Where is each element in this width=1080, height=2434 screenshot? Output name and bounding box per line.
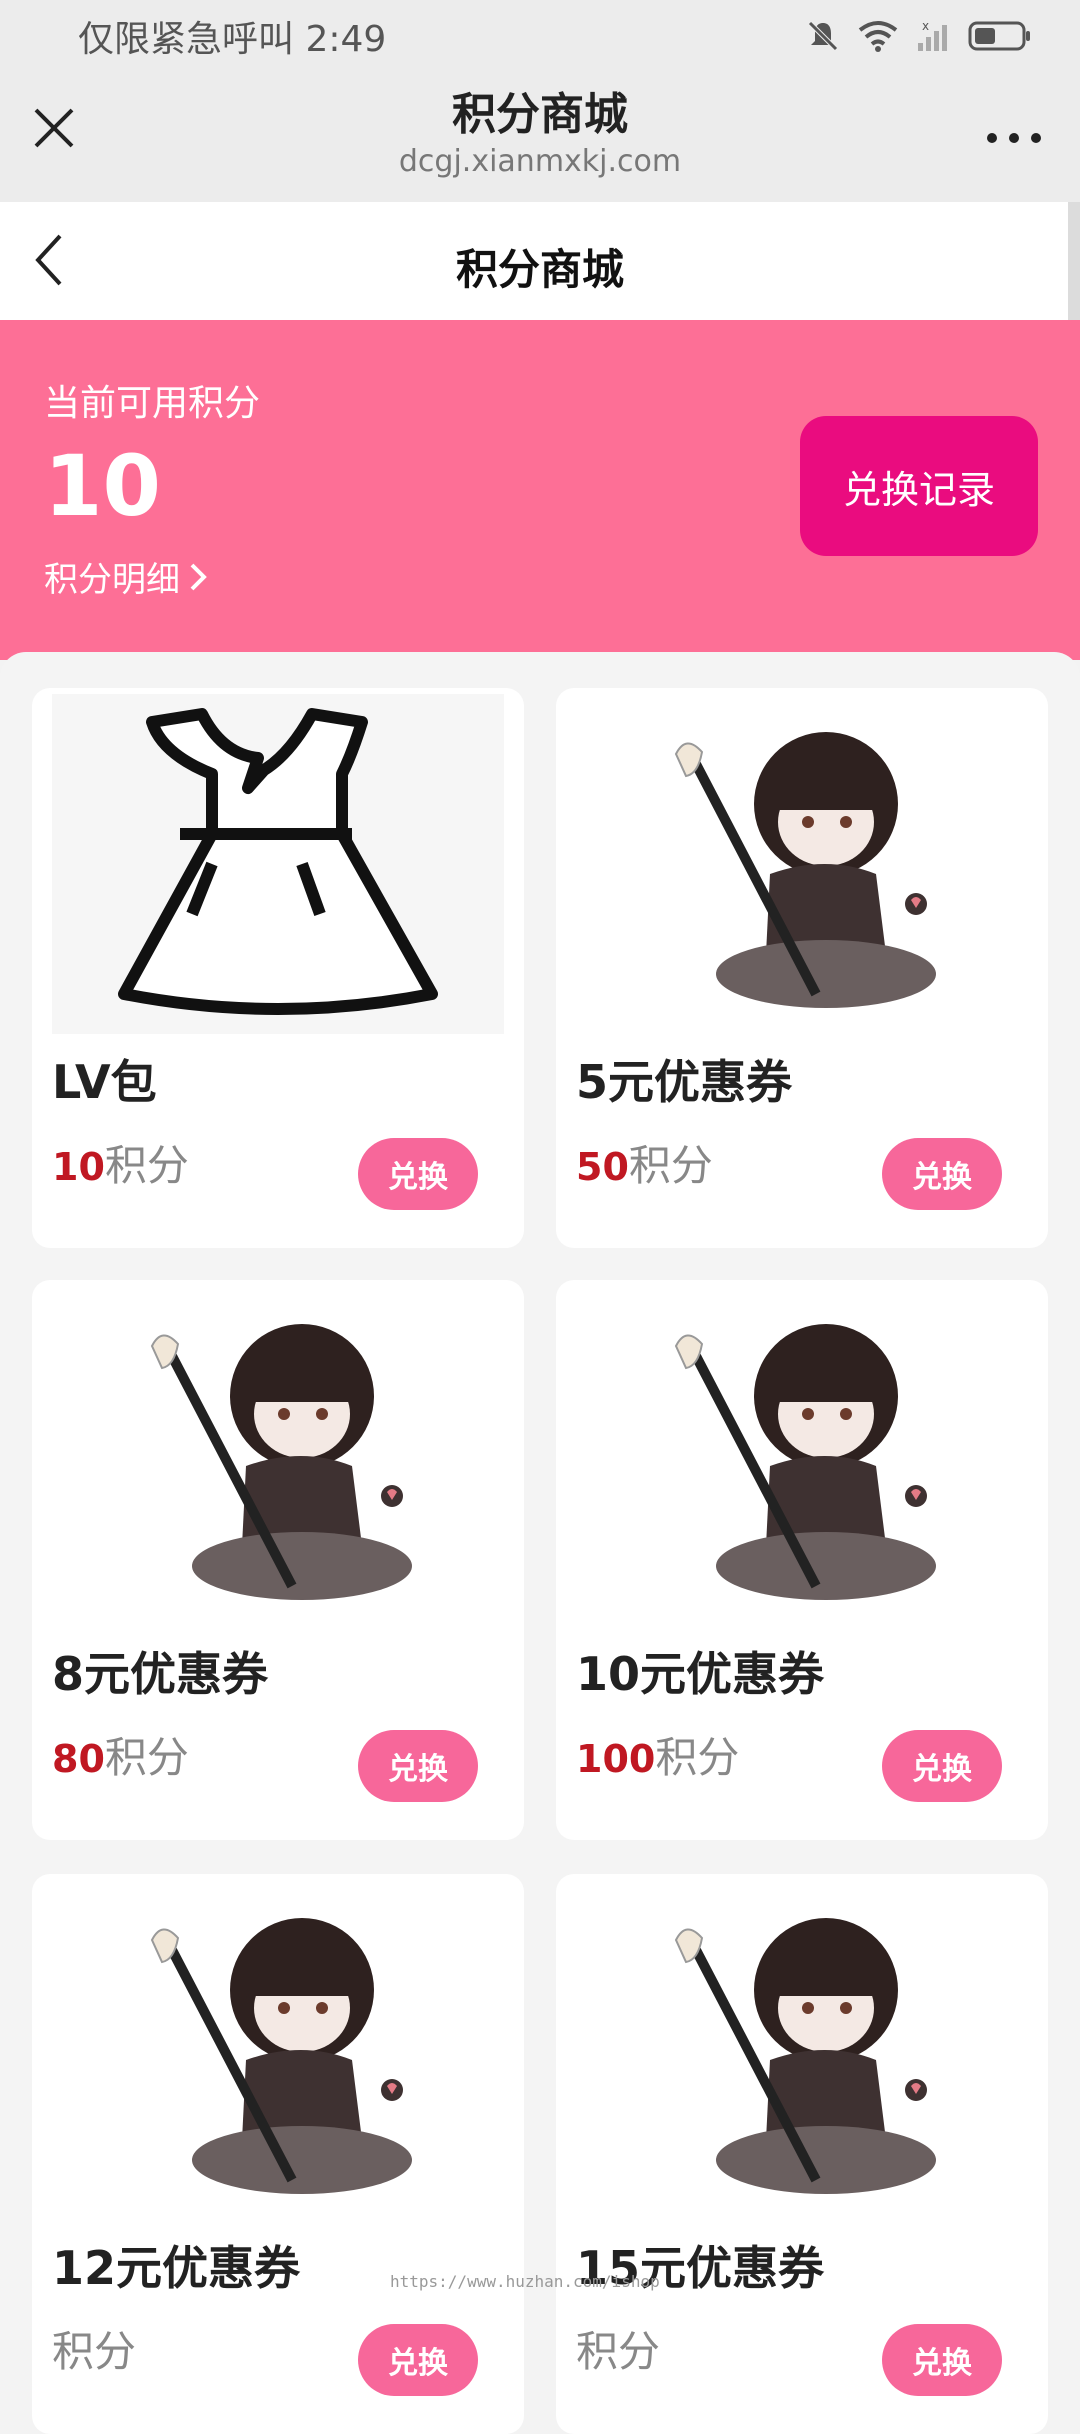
points-banner: 当前可用积分 10 积分明细 兑换记录 <box>0 320 1080 660</box>
battery-icon <box>968 21 1030 51</box>
wifi-icon <box>858 21 898 52</box>
signal-icon: x <box>918 19 947 51</box>
redeem-button[interactable]: 兑换 <box>882 2324 1002 2396</box>
watermark: https://www.huzhan.com/ishop <box>390 2272 660 2291</box>
price-unit: 积分 <box>104 1733 189 1782</box>
status-icons: x <box>806 14 1032 58</box>
redeem-button[interactable]: 兑换 <box>882 1138 1002 1210</box>
product-price: 100积分 <box>576 1732 739 1785</box>
product-card[interactable]: 8元优惠券 80积分 兑换 <box>32 1280 524 1840</box>
product-name: 8元优惠券 <box>52 1647 269 1701</box>
product-name: LV包 <box>52 1055 157 1109</box>
page-title: 积分商城 <box>455 245 624 294</box>
anime-character-image <box>576 694 1028 1034</box>
product-card[interactable]: 12元优惠券 积分 兑换 <box>32 1874 524 2434</box>
svg-text:x: x <box>922 19 929 33</box>
price-unit: 积分 <box>628 1141 713 1190</box>
browser-title-area: 积分商城 dcgj.xianmxkj.com <box>0 88 1080 182</box>
price-unit: 积分 <box>52 2327 137 2376</box>
price-value: 100 <box>576 1737 656 1781</box>
product-card[interactable]: 10元优惠券 100积分 兑换 <box>556 1280 1048 1840</box>
status-bar: 仅限紧急呼叫 2:49 x <box>0 0 1080 72</box>
price-unit: 积分 <box>576 2327 661 2376</box>
browser-url: dcgj.xianmxkj.com <box>398 144 682 179</box>
mute-bell-icon <box>808 21 838 51</box>
status-text: 仅限紧急呼叫 2:49 <box>78 19 387 60</box>
anime-character-image <box>576 1286 1028 1626</box>
product-card[interactable]: 5元优惠券 50积分 兑换 <box>556 688 1048 1248</box>
product-price: 积分 <box>52 2326 136 2379</box>
browser-header: 积分商城 dcgj.xianmxkj.com <box>0 72 1080 202</box>
price-unit: 积分 <box>104 1141 189 1190</box>
points-detail-link[interactable]: 积分明细 <box>44 552 208 601</box>
dress-icon <box>52 694 504 1034</box>
scrollbar <box>1068 202 1080 320</box>
page-header: 积分商城 <box>0 202 1080 320</box>
history-button[interactable]: 兑换记录 <box>800 416 1038 556</box>
anime-character-image <box>52 1880 504 2220</box>
product-price: 80积分 <box>52 1732 189 1785</box>
anime-character-image <box>576 1880 1028 2220</box>
product-name: 5元优惠券 <box>576 1055 793 1109</box>
browser-title: 积分商城 <box>452 89 628 140</box>
product-name: 12元优惠券 <box>52 2241 301 2295</box>
product-price: 50积分 <box>576 1140 713 1193</box>
product-card[interactable]: 15元优惠券 积分 兑换 <box>556 1874 1048 2434</box>
price-value: 80 <box>52 1737 105 1781</box>
product-price: 积分 <box>576 2326 660 2379</box>
product-price: 10积分 <box>52 1140 189 1193</box>
product-card[interactable]: LV包 10积分 兑换 <box>32 688 524 1248</box>
chevron-right-icon <box>190 563 207 590</box>
redeem-button[interactable]: 兑换 <box>882 1730 1002 1802</box>
points-value: 10 <box>44 437 161 535</box>
anime-character-image <box>52 1286 504 1626</box>
points-detail-label: 积分明细 <box>44 560 180 600</box>
price-value: 50 <box>576 1145 629 1189</box>
price-value: 10 <box>52 1145 105 1189</box>
points-label: 当前可用积分 <box>44 383 261 424</box>
more-icon[interactable] <box>984 128 1044 148</box>
redeem-button[interactable]: 兑换 <box>358 2324 478 2396</box>
price-unit: 积分 <box>655 1733 740 1782</box>
redeem-button[interactable]: 兑换 <box>358 1138 478 1210</box>
product-name: 10元优惠券 <box>576 1647 825 1701</box>
redeem-button[interactable]: 兑换 <box>358 1730 478 1802</box>
